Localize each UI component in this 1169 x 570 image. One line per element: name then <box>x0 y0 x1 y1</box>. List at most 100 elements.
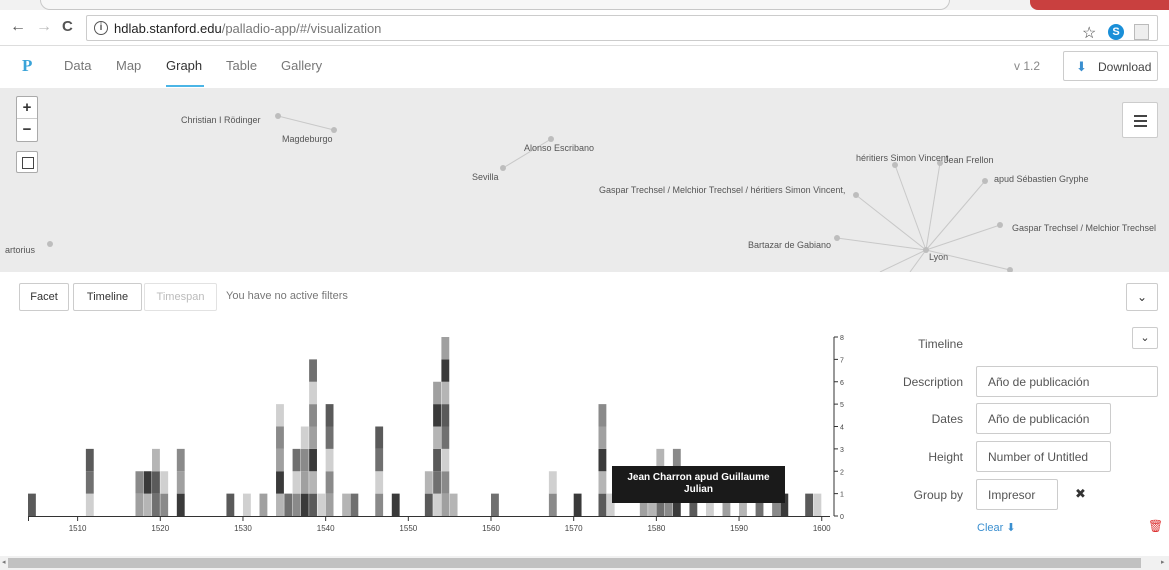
timeline-bar-segment[interactable] <box>813 493 822 516</box>
timeline-bar-segment[interactable] <box>309 448 317 472</box>
remove-icon[interactable]: ✖ <box>1075 486 1086 502</box>
timeline-chart[interactable]: 1510 1520 1530 1540 1550 1560 1570 1580 1590 1600… <box>0 322 870 554</box>
timeline-bar-segment[interactable] <box>350 493 359 516</box>
timeline-bar-segment[interactable] <box>152 448 160 472</box>
timeline-bar-segment[interactable] <box>325 426 334 449</box>
timeline-bar-segment[interactable] <box>309 381 317 405</box>
timeline-bar-segment[interactable] <box>424 471 433 494</box>
height-select[interactable]: Number of Untitled <box>976 441 1111 472</box>
timeline-bar-segment[interactable] <box>433 448 441 472</box>
timeline-bar-segment[interactable] <box>805 493 814 516</box>
timeline-bar-segment[interactable] <box>433 471 441 494</box>
dates-select[interactable]: Año de publicación <box>976 403 1111 434</box>
horizontal-scrollbar[interactable]: ◂ ▸ <box>0 556 1169 570</box>
hamburger-menu-icon[interactable] <box>1122 102 1158 138</box>
timeline-bar-segment[interactable] <box>242 493 251 516</box>
timeline-bar-segment[interactable] <box>325 404 334 427</box>
timeline-bar-segment[interactable] <box>176 471 185 494</box>
graph-node[interactable] <box>331 127 337 133</box>
graph-node[interactable] <box>834 235 840 241</box>
timeline-svg[interactable]: 1510 1520 1530 1540 1550 1560 1570 1580 1590 1600… <box>0 322 870 554</box>
timeline-bar-segment[interactable] <box>317 493 326 516</box>
graph-node[interactable] <box>853 192 859 198</box>
graph-node[interactable] <box>548 136 554 142</box>
chevron-down-icon[interactable]: ⌄ <box>1126 283 1158 311</box>
nav-table[interactable]: Table <box>226 58 257 73</box>
url-input[interactable]: i hdlab.stanford.edu/palladio-app/#/visu… <box>86 15 1158 41</box>
timeline-bar-segment[interactable] <box>292 471 301 494</box>
scrollbar-thumb[interactable] <box>8 558 1141 568</box>
timeline-bar-segment[interactable] <box>449 493 458 516</box>
timeline-bar-segment[interactable] <box>375 448 384 472</box>
timeline-bar-segment[interactable] <box>85 493 94 516</box>
timeline-bar-segment[interactable] <box>375 426 384 449</box>
skype-extension-icon[interactable]: S <box>1108 24 1124 40</box>
graph-node[interactable] <box>47 241 53 247</box>
timeline-bar-segment[interactable] <box>135 493 144 516</box>
extension-icon[interactable] <box>1134 24 1149 40</box>
timeline-bar-segment[interactable] <box>391 493 400 516</box>
timeline-bar-segment[interactable] <box>441 448 450 472</box>
groupby-select[interactable]: Impresor <box>976 479 1058 510</box>
info-icon[interactable]: i <box>94 21 108 35</box>
timeline-bar-segment[interactable] <box>598 426 607 449</box>
timeline-bar-segment[interactable] <box>309 493 317 516</box>
timeline-bar-segment[interactable] <box>433 404 441 427</box>
description-select[interactable]: Año de publicación <box>976 366 1158 397</box>
timeline-bar-segment[interactable] <box>276 448 284 472</box>
graph-node[interactable] <box>997 222 1003 228</box>
nav-gallery[interactable]: Gallery <box>281 58 322 73</box>
palladio-logo[interactable]: P <box>22 56 32 76</box>
timeline-bar-segment[interactable] <box>276 404 284 427</box>
timeline-bar-segment[interactable] <box>85 448 94 472</box>
timeline-bar-segment[interactable] <box>152 471 160 494</box>
back-icon[interactable]: ← <box>10 19 26 35</box>
timeline-bar-segment[interactable] <box>300 471 309 494</box>
timeline-bar-segment[interactable] <box>152 493 160 516</box>
window-controls[interactable] <box>1030 0 1169 10</box>
timeline-bar-segment[interactable] <box>143 493 152 516</box>
timeline-bar-segment[interactable] <box>342 493 351 516</box>
timeline-bar-segment[interactable] <box>300 493 309 516</box>
clear-link[interactable]: Clear ⬇ <box>977 521 1016 534</box>
timeline-bar-segment[interactable] <box>276 471 284 494</box>
nav-map[interactable]: Map <box>116 58 141 73</box>
timeline-bar-segment[interactable] <box>598 448 607 472</box>
timeline-bar-segment[interactable] <box>441 471 450 494</box>
timeline-bar-segment[interactable] <box>85 471 94 494</box>
graph-canvas[interactable]: Christian I Rödinger Magdeburgo Alonso E… <box>0 88 1169 272</box>
timeline-bar-segment[interactable] <box>441 426 450 449</box>
graph-node[interactable] <box>500 165 506 171</box>
timeline-bar-segment[interactable] <box>424 493 433 516</box>
timeline-bar-segment[interactable] <box>433 426 441 449</box>
timespan-button[interactable]: Timespan <box>144 283 217 311</box>
timeline-bar-segment[interactable] <box>325 493 334 516</box>
timeline-bar-segment[interactable] <box>491 493 499 516</box>
timeline-bar-segment[interactable] <box>598 471 607 494</box>
timeline-bar-segment[interactable] <box>284 493 293 516</box>
timeline-bar-segment[interactable] <box>441 493 450 516</box>
timeline-bar-segment[interactable] <box>433 381 441 405</box>
timeline-bar-segment[interactable] <box>300 448 309 472</box>
zoom-out-button[interactable]: − <box>17 119 37 141</box>
forward-icon[interactable]: → <box>36 19 52 35</box>
timeline-bar-segment[interactable] <box>441 381 450 405</box>
timeline-bar-segment[interactable] <box>292 448 301 472</box>
timeline-bar-segment[interactable] <box>300 426 309 449</box>
timeline-bar-segment[interactable] <box>548 493 557 516</box>
timeline-bar-segment[interactable] <box>548 471 557 494</box>
reload-icon[interactable]: C <box>62 19 73 35</box>
graph-node[interactable] <box>275 113 281 119</box>
fit-to-screen-icon[interactable] <box>16 151 38 173</box>
timeline-bar-segment[interactable] <box>292 493 301 516</box>
scroll-left-icon[interactable]: ◂ <box>2 558 6 566</box>
facet-button[interactable]: Facet <box>19 283 69 311</box>
timeline-bar-segment[interactable] <box>176 448 185 472</box>
graph-node[interactable] <box>982 178 988 184</box>
trash-icon[interactable]: 🗑 <box>1148 519 1163 533</box>
browser-tab[interactable] <box>40 0 950 10</box>
download-button[interactable]: ⬇ Download <box>1063 51 1158 81</box>
timeline-bar-segment[interactable] <box>226 493 235 516</box>
timeline-bar-segment[interactable] <box>176 493 185 516</box>
timeline-bar-segment[interactable] <box>433 493 441 516</box>
